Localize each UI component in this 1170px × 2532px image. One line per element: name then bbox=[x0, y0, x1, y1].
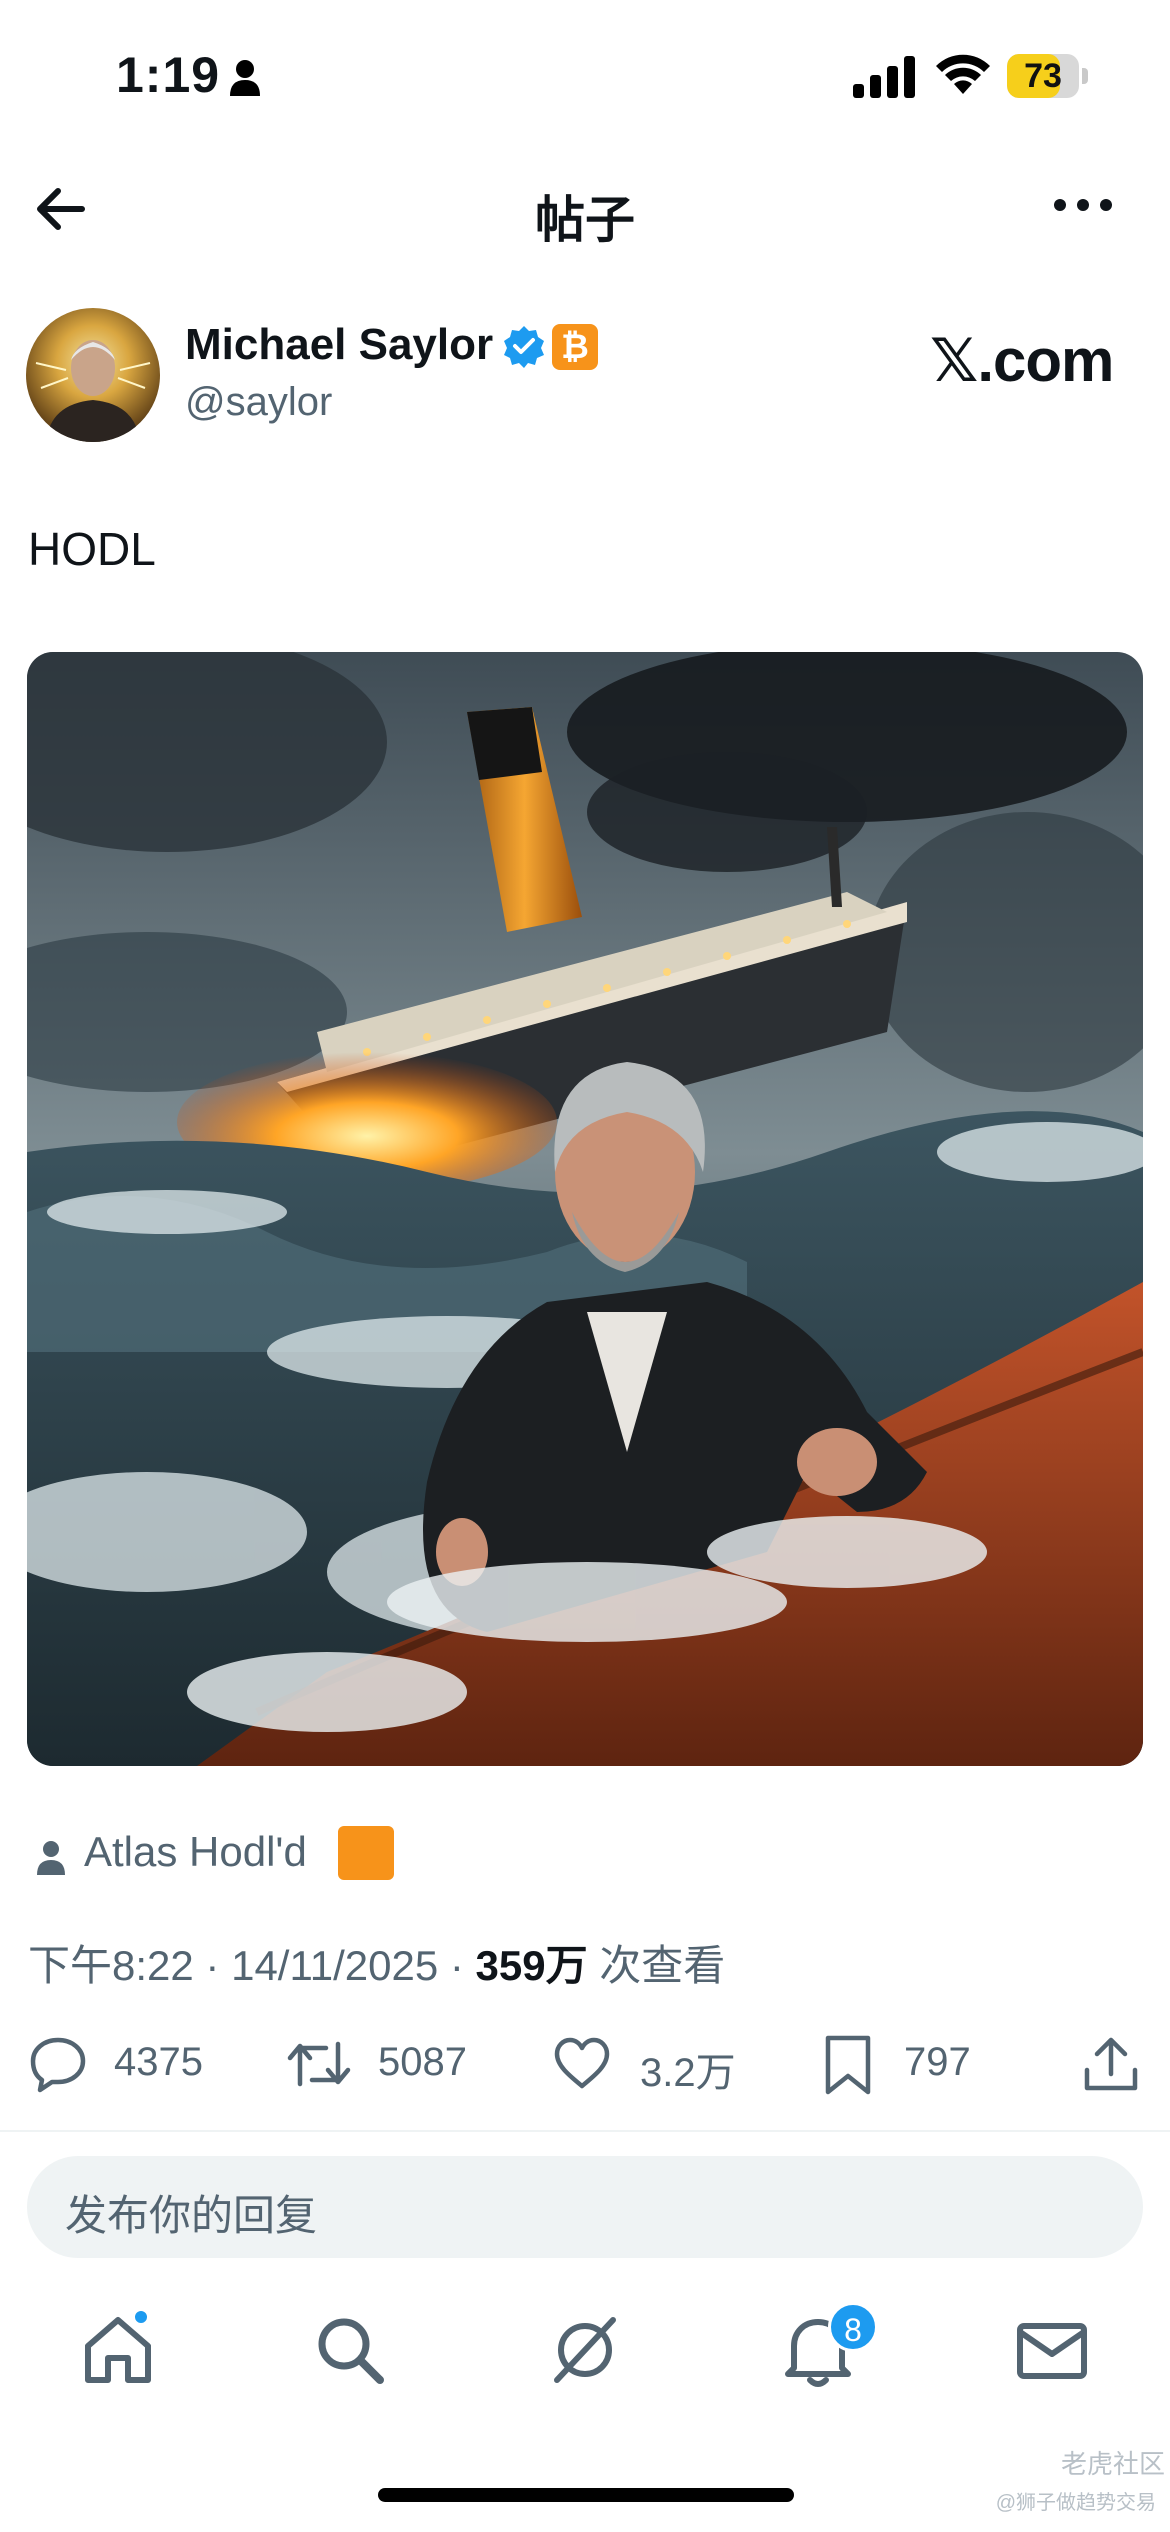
divider bbox=[0, 2130, 1170, 2132]
post-text: HODL bbox=[28, 523, 156, 575]
repost-button[interactable]: 5087 bbox=[286, 2020, 486, 2110]
author-name[interactable]: Michael Saylor bbox=[185, 320, 493, 370]
heart-icon bbox=[554, 2037, 610, 2089]
orange-square-emoji bbox=[338, 1826, 394, 1880]
wifi-icon bbox=[936, 54, 990, 94]
community-name: Atlas Hodl'd bbox=[84, 1828, 307, 1875]
status-bar: 1:19 73 bbox=[0, 0, 1170, 150]
share-icon bbox=[1084, 2037, 1138, 2091]
notification-badge: 8 bbox=[828, 2302, 878, 2352]
reply-placeholder: 发布你的回复 bbox=[65, 2192, 318, 2239]
post-image[interactable] bbox=[27, 652, 1143, 1766]
home-indicator bbox=[378, 2488, 794, 2502]
battery-indicator: 73 bbox=[1007, 54, 1089, 98]
action-bar: 4375 5087 3.2万 797 bbox=[0, 2020, 1170, 2110]
search-icon[interactable] bbox=[310, 2310, 390, 2390]
reply-input[interactable]: 发布你的回复 bbox=[27, 2156, 1143, 2258]
meta-separator: · bbox=[205, 1942, 220, 1989]
cellular-signal-icon bbox=[853, 56, 915, 98]
person-icon bbox=[37, 1841, 65, 1875]
bitcoin-badge-icon: ₿ bbox=[552, 324, 598, 370]
status-time: 1:19 bbox=[116, 47, 221, 103]
reply-button[interactable]: 4375 bbox=[28, 2020, 228, 2110]
view-label: 次查看 bbox=[599, 1942, 726, 1989]
watermark: 老虎社区 bbox=[1060, 2449, 1165, 2479]
like-button[interactable]: 3.2万 bbox=[552, 2020, 752, 2110]
bookmark-count: 797 bbox=[904, 2040, 971, 2084]
view-count: 359万 bbox=[475, 1942, 588, 1989]
reply-count: 4375 bbox=[114, 2040, 203, 2084]
home-unread-dot bbox=[132, 2308, 150, 2326]
repost-count: 5087 bbox=[378, 2040, 467, 2084]
post-date: 14/11/2025 bbox=[231, 1942, 439, 1989]
post-meta: 下午8:22 · 14/11/2025 · 359万 次查看 bbox=[28, 1932, 725, 1993]
repost-icon bbox=[287, 2041, 351, 2087]
meta-separator: · bbox=[449, 1942, 464, 1989]
watermark-sub: @狮子做趋势交易 bbox=[995, 2492, 1156, 2514]
nav-header: 帖子 bbox=[0, 150, 1170, 260]
verified-badge-icon bbox=[504, 326, 544, 368]
bookmark-icon bbox=[825, 2035, 871, 2095]
x-com-logo: 𝕏.com bbox=[930, 327, 1114, 394]
author-handle[interactable]: @saylor bbox=[185, 380, 332, 425]
mail-icon[interactable] bbox=[1012, 2310, 1092, 2390]
post-time: 下午8:22 bbox=[28, 1942, 194, 1989]
person-icon bbox=[230, 60, 260, 96]
like-count: 3.2万 bbox=[640, 2051, 736, 2095]
grok-icon[interactable] bbox=[545, 2310, 625, 2390]
more-options-icon[interactable] bbox=[1052, 190, 1114, 220]
author-avatar[interactable] bbox=[26, 308, 160, 442]
reply-icon bbox=[30, 2037, 86, 2093]
bookmark-button[interactable]: 797 bbox=[820, 2020, 1000, 2110]
share-button[interactable] bbox=[1082, 2020, 1142, 2110]
battery-percent: 73 bbox=[1024, 57, 1062, 95]
page-title: 帖子 bbox=[535, 192, 635, 248]
